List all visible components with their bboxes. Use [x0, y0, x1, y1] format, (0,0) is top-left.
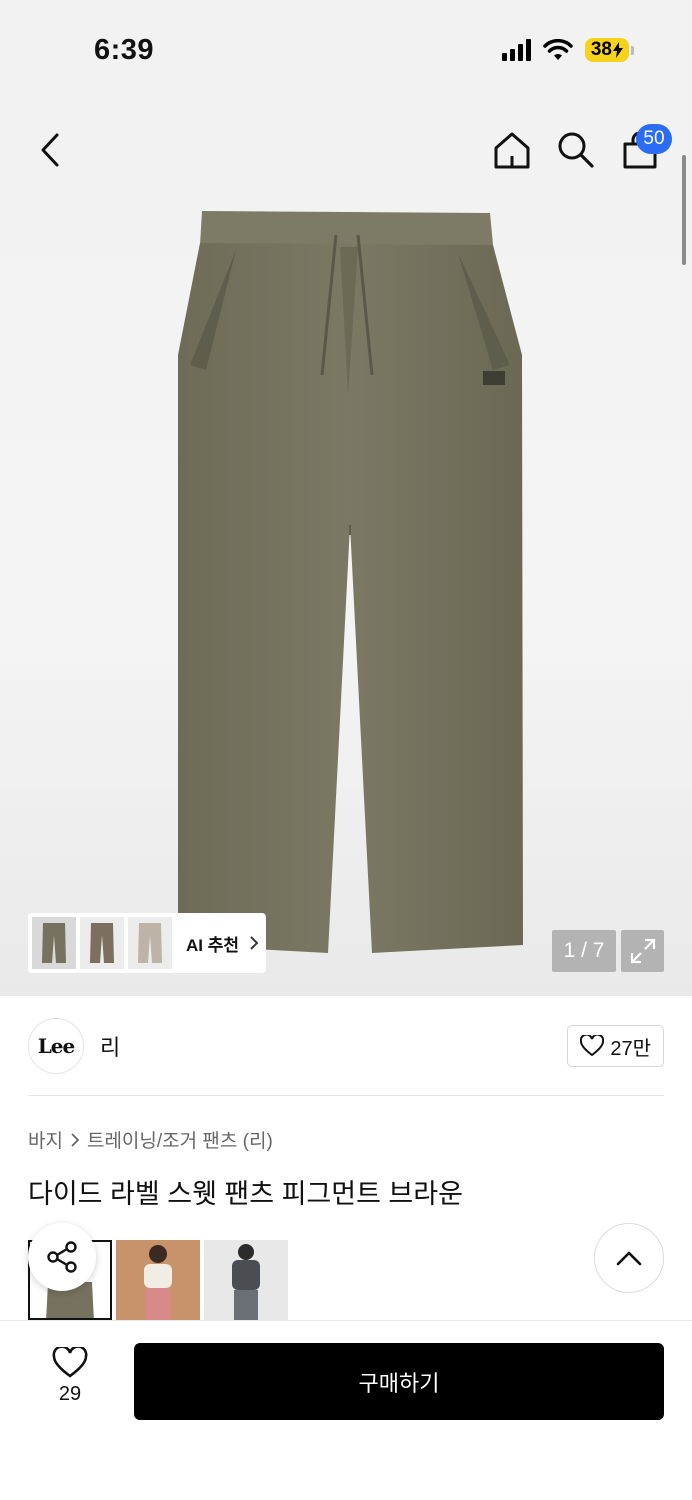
image-counter: 1 / 7: [552, 930, 616, 972]
product-title: 다이드 라벨 스웻 팬츠 피그먼트 브라운: [28, 1179, 463, 1209]
cart-count-badge: 50: [636, 124, 672, 154]
buy-button[interactable]: 구매하기: [134, 1343, 664, 1420]
chevron-right-icon: [250, 936, 259, 950]
model-photo: [232, 1244, 260, 1320]
brand-like-button[interactable]: 27만: [567, 1025, 664, 1067]
scroll-to-top-button[interactable]: [594, 1223, 664, 1293]
chevron-right-icon: [71, 1132, 79, 1147]
home-button[interactable]: [490, 128, 534, 172]
pants-thumbnail-icon: [138, 923, 162, 963]
expand-button[interactable]: [621, 930, 664, 972]
wifi-icon: [543, 39, 573, 60]
search-icon: [558, 132, 594, 168]
product-image-gallery[interactable]: AI 추천 1 / 7: [0, 100, 692, 996]
expand-icon: [630, 938, 655, 964]
pants-thumbnail-icon: [42, 923, 66, 963]
ai-thumb-3[interactable]: [128, 917, 172, 969]
brand-like-count: 27만: [610, 1037, 651, 1060]
battery-indicator: 38: [584, 38, 629, 62]
breadcrumb: 바지 트레이닝/조거 팬츠 (리): [28, 1126, 273, 1153]
breadcrumb-category[interactable]: 바지: [28, 1126, 63, 1153]
ai-recommend-card[interactable]: AI 추천: [28, 913, 266, 973]
status-time: 6:39: [94, 34, 155, 66]
heart-icon: [52, 1347, 88, 1378]
brand-row[interactable]: Lee 리 27만: [28, 1016, 664, 1076]
status-icons: 38: [501, 38, 634, 62]
search-button[interactable]: [556, 128, 596, 172]
divider: [28, 1095, 664, 1096]
battery-level: 38: [590, 39, 612, 60]
style-thumb-2[interactable]: [116, 1240, 200, 1320]
ai-thumb-2[interactable]: [80, 917, 124, 969]
charging-bolt-icon: [613, 42, 623, 58]
back-button[interactable]: [30, 130, 70, 170]
brand-logo[interactable]: Lee: [28, 1018, 84, 1074]
heart-icon: [580, 1035, 605, 1057]
wishlist-button[interactable]: 29: [40, 1347, 100, 1406]
style-thumb-3[interactable]: [204, 1240, 288, 1320]
pants-thumbnail-icon: [90, 923, 114, 963]
chevron-left-icon: [41, 133, 59, 167]
product-photo: [178, 211, 523, 953]
ai-thumb-1[interactable]: [32, 917, 76, 969]
status-bar: 6:39 38: [0, 0, 692, 100]
chevron-up-icon: [616, 1251, 642, 1266]
share-button[interactable]: [28, 1223, 96, 1291]
wishlist-count: 29: [58, 1383, 82, 1405]
bottom-action-bar: 29 구매하기: [0, 1320, 692, 1500]
battery-tip: [631, 45, 634, 55]
ai-recommend-label: AI 추천: [186, 935, 240, 955]
breadcrumb-subcategory[interactable]: 트레이닝/조거 팬츠 (리): [87, 1126, 273, 1153]
share-icon: [47, 1241, 77, 1273]
home-icon: [494, 132, 530, 169]
scroll-indicator: [682, 155, 686, 265]
brand-name[interactable]: 리: [100, 1030, 120, 1062]
model-photo: [144, 1245, 172, 1320]
cellular-signal-icon: [501, 39, 531, 61]
